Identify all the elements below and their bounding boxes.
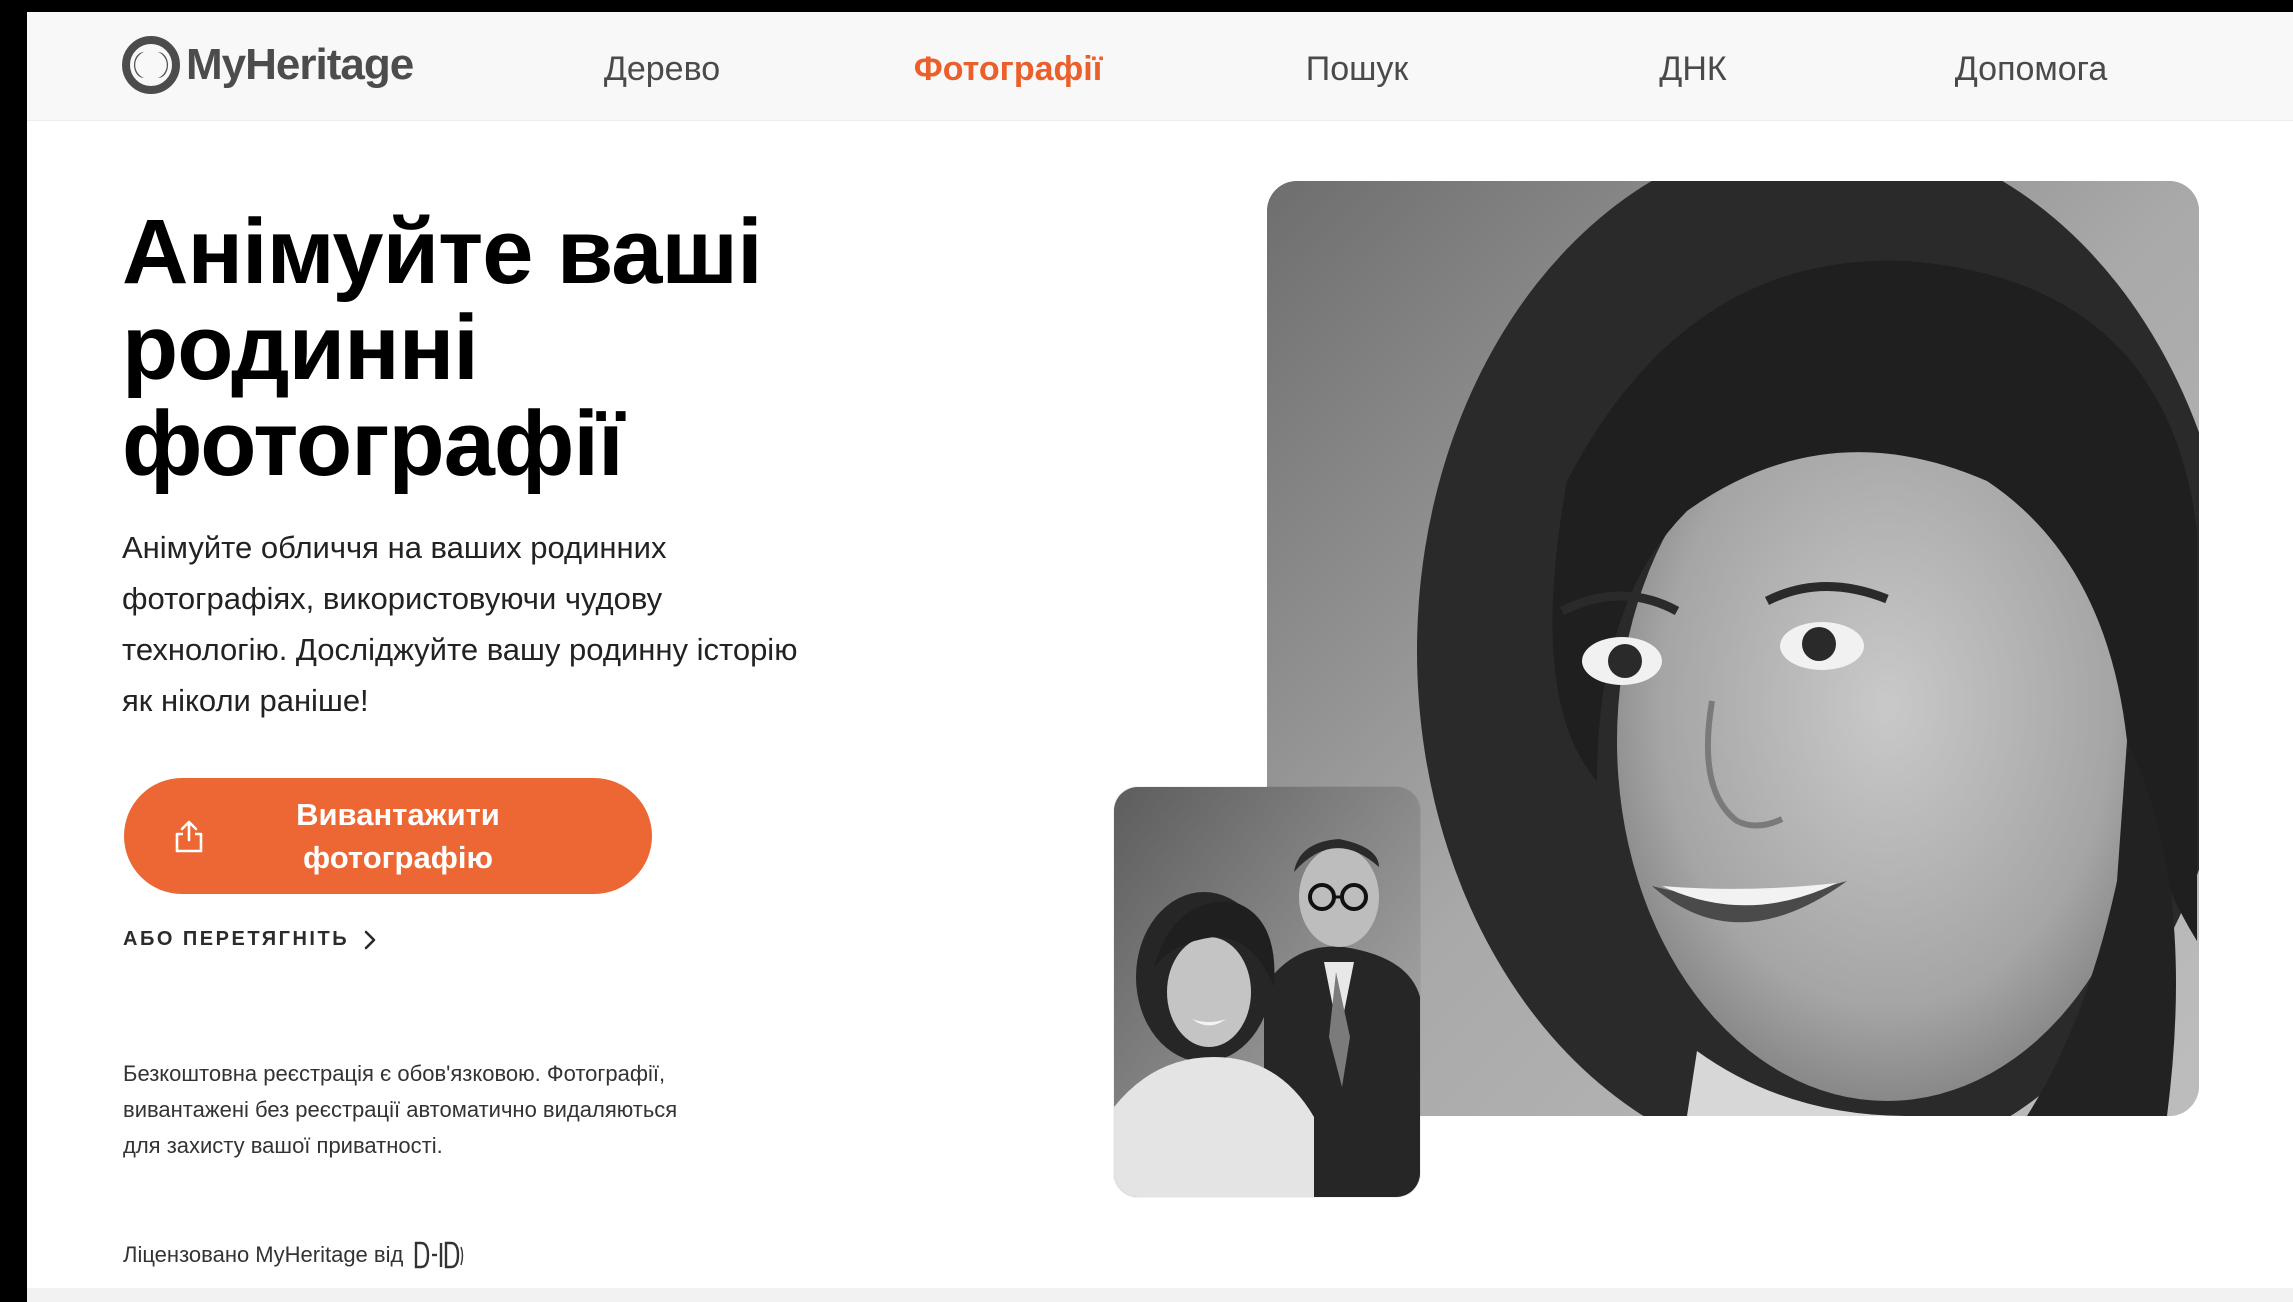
upload-icon [175,820,203,853]
d-id-logo[interactable] [413,1239,465,1271]
couple-photo-image [1114,787,1420,1197]
chevron-right-icon [364,930,376,949]
drag-link-label: АБО ПЕРЕТЯГНІТЬ [123,928,350,950]
license-line: Ліцензовано MyHeritage від [123,1239,465,1271]
upload-button-label: Вивантажити фотографію [296,797,500,875]
myheritage-logo[interactable]: MyHeritage [122,36,414,94]
nav-item-help[interactable]: Допомога [1955,50,2108,89]
hero-title: Анімуйте ваші родинні фотографії [122,201,763,495]
page: MyHeritage Дерево Фотографії Пошук ДНК Д… [27,12,2293,1302]
nav-item-tree[interactable]: Дерево [604,50,720,89]
top-navbar: MyHeritage Дерево Фотографії Пошук ДНК Д… [27,12,2293,121]
drag-drop-link[interactable]: АБО ПЕРЕТЯГНІТЬ [123,928,377,951]
nav-item-search[interactable]: Пошук [1306,50,1409,89]
license-text: Ліцензовано MyHeritage від [123,1242,404,1267]
upload-photo-button[interactable]: Вивантажити фотографію [124,778,652,894]
nav-item-dna[interactable]: ДНК [1659,50,1726,89]
logo-wordmark: MyHeritage [186,40,414,89]
privacy-note: Безкоштовна реєстрація є обов'язковою. Ф… [123,1061,678,1158]
hero-description: Анімуйте обличчя на ваших родинних фотог… [122,530,798,718]
nav-item-photos[interactable]: Фотографії [914,50,1103,89]
myheritage-logo-icon [122,36,180,94]
bottom-strip [27,1288,2293,1302]
original-couple-photo [1114,787,1420,1197]
